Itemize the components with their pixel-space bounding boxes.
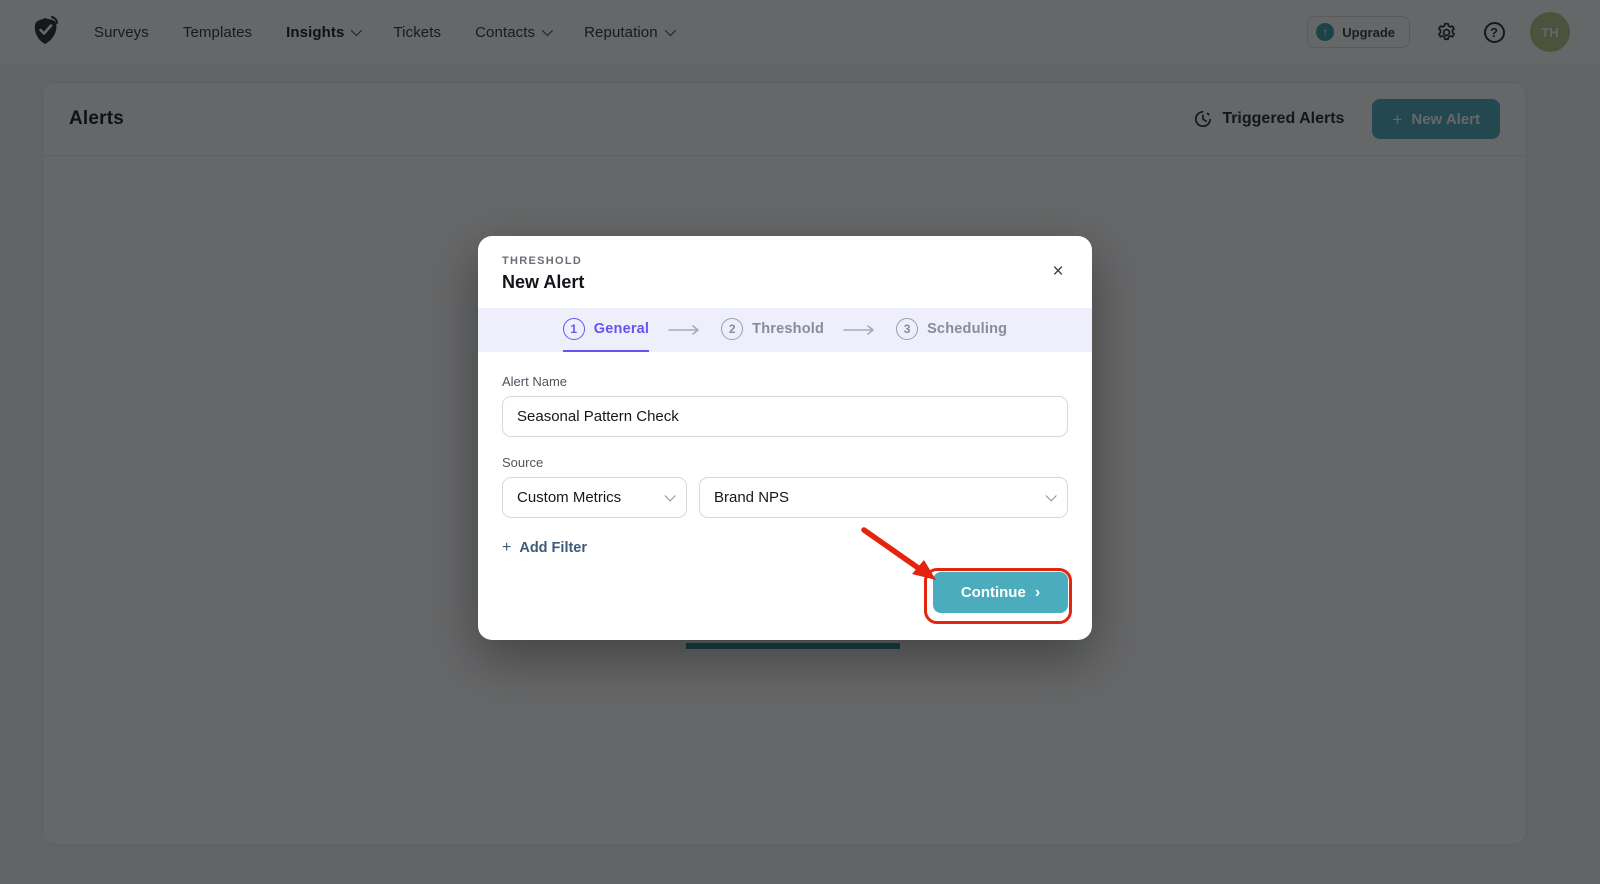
step-number: 3 — [896, 318, 918, 340]
modal-header: THRESHOLD New Alert × — [478, 236, 1092, 308]
source-row: Custom Metrics Brand NPS — [502, 477, 1068, 518]
chevron-down-icon — [1045, 490, 1056, 501]
step-label: Scheduling — [927, 321, 1007, 337]
step-scheduling[interactable]: 3 Scheduling — [896, 308, 1007, 352]
source-metric-select[interactable]: Brand NPS — [699, 477, 1068, 518]
step-label: Threshold — [752, 321, 824, 337]
step-threshold[interactable]: 2 Threshold — [721, 308, 824, 352]
source-type-select[interactable]: Custom Metrics — [502, 477, 687, 518]
add-filter-label: Add Filter — [519, 540, 587, 556]
alert-name-label: Alert Name — [502, 374, 1068, 389]
plus-icon: + — [502, 539, 511, 557]
alert-name-input[interactable] — [502, 396, 1068, 437]
step-number: 1 — [563, 318, 585, 340]
chevron-down-icon — [664, 490, 675, 501]
wizard-stepper: 1 General 2 Threshold 3 Scheduling — [478, 308, 1092, 352]
continue-label: Continue — [961, 584, 1026, 601]
step-general[interactable]: 1 General — [563, 308, 649, 352]
step-number: 2 — [721, 318, 743, 340]
close-icon[interactable]: × — [1046, 260, 1070, 284]
add-filter-button[interactable]: + Add Filter — [502, 539, 587, 557]
modal-title: New Alert — [502, 272, 1068, 293]
modal-body: Alert Name Source Custom Metrics Brand N… — [478, 352, 1092, 640]
step-arrow-icon — [842, 324, 878, 336]
step-label: General — [594, 321, 649, 337]
step-arrow-icon — [667, 324, 703, 336]
new-alert-modal: THRESHOLD New Alert × 1 General 2 Thresh… — [478, 236, 1092, 640]
chevron-right-icon: › — [1035, 585, 1040, 601]
source-type-value: Custom Metrics — [517, 489, 621, 506]
continue-button[interactable]: Continue › — [933, 572, 1068, 613]
modal-eyebrow: THRESHOLD — [502, 255, 1068, 267]
source-metric-value: Brand NPS — [714, 489, 789, 506]
source-label: Source — [502, 455, 1068, 470]
